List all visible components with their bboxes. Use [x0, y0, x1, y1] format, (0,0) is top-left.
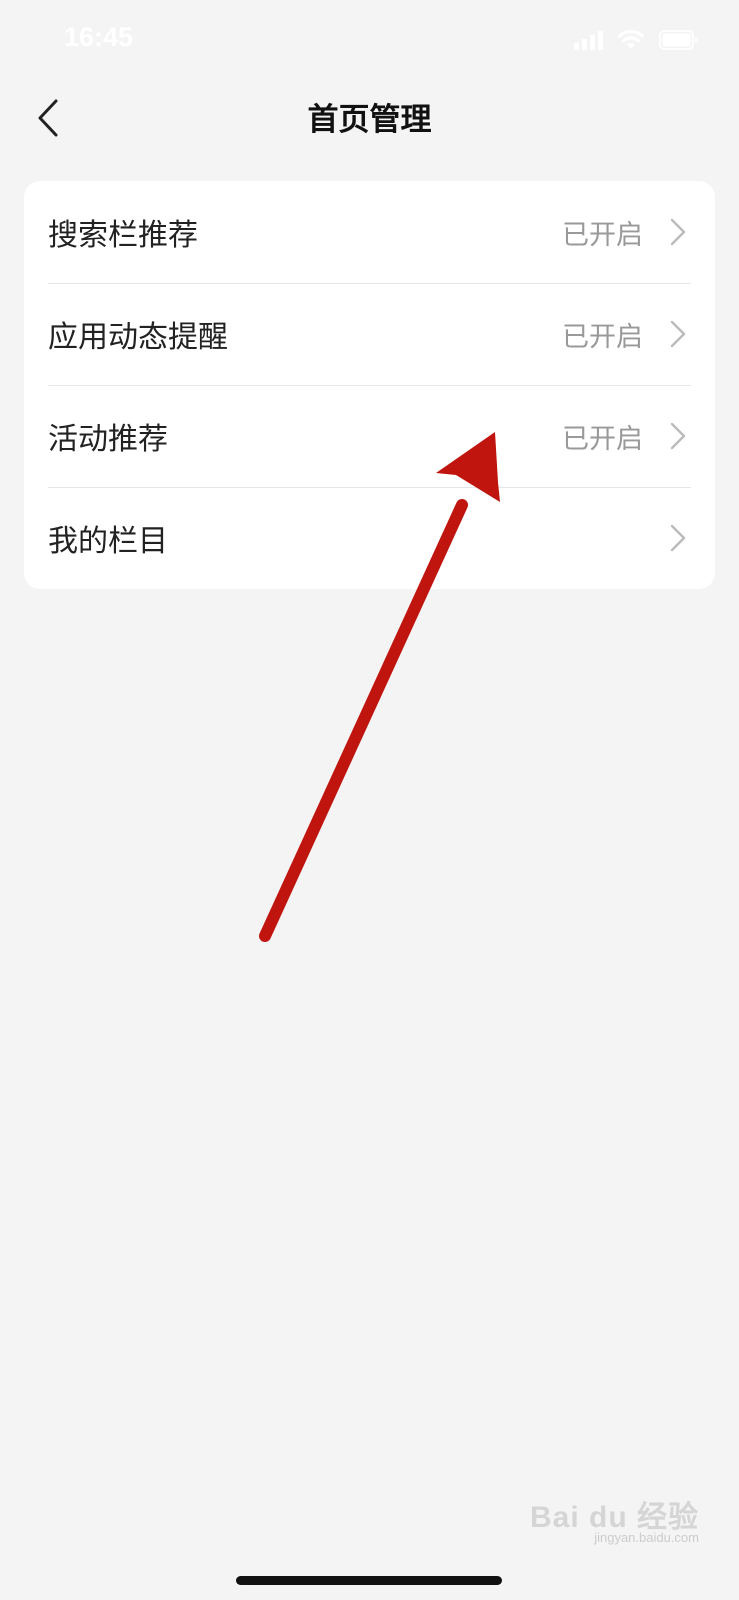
chevron-right-icon — [669, 319, 687, 349]
status-time: 16:45 — [64, 22, 134, 52]
row-label: 活动推荐 — [48, 422, 168, 457]
watermark-url: jingyan.baidu.com — [594, 1530, 699, 1545]
page-title: 首页管理 — [307, 102, 432, 138]
settings-row-app-activity-reminder[interactable]: 应用动态提醒 已开启 — [24, 283, 715, 385]
home-indicator — [236, 1576, 502, 1585]
status-bar: 16:45 — [0, 0, 739, 80]
settings-row-search-bar-recommend[interactable]: 搜索栏推荐 已开启 — [24, 181, 715, 283]
chevron-right-icon — [669, 523, 687, 553]
row-label: 应用动态提醒 — [48, 320, 228, 355]
signal-icon — [574, 30, 603, 50]
nav-bar: 首页管理 — [0, 80, 739, 156]
settings-row-activity-recommend[interactable]: 活动推荐 已开启 — [24, 385, 715, 487]
row-label: 搜索栏推荐 — [48, 218, 198, 253]
row-status: 已开启 — [562, 321, 643, 353]
row-label: 我的栏目 — [48, 524, 168, 559]
row-status: 已开启 — [562, 423, 643, 455]
settings-row-my-columns[interactable]: 我的栏目 — [24, 487, 715, 589]
wifi-icon — [617, 29, 645, 49]
status-icons — [574, 28, 699, 50]
row-status: 已开启 — [562, 219, 643, 251]
watermark-logo: Bai du 经验 jingyan.baidu.com — [530, 1492, 699, 1545]
battery-icon — [659, 30, 698, 50]
chevron-right-icon — [669, 421, 687, 451]
settings-card: 搜索栏推荐 已开启 应用动态提醒 已开启 活动推荐 已开启 我的栏目 — [24, 181, 715, 589]
chevron-right-icon — [669, 217, 687, 247]
